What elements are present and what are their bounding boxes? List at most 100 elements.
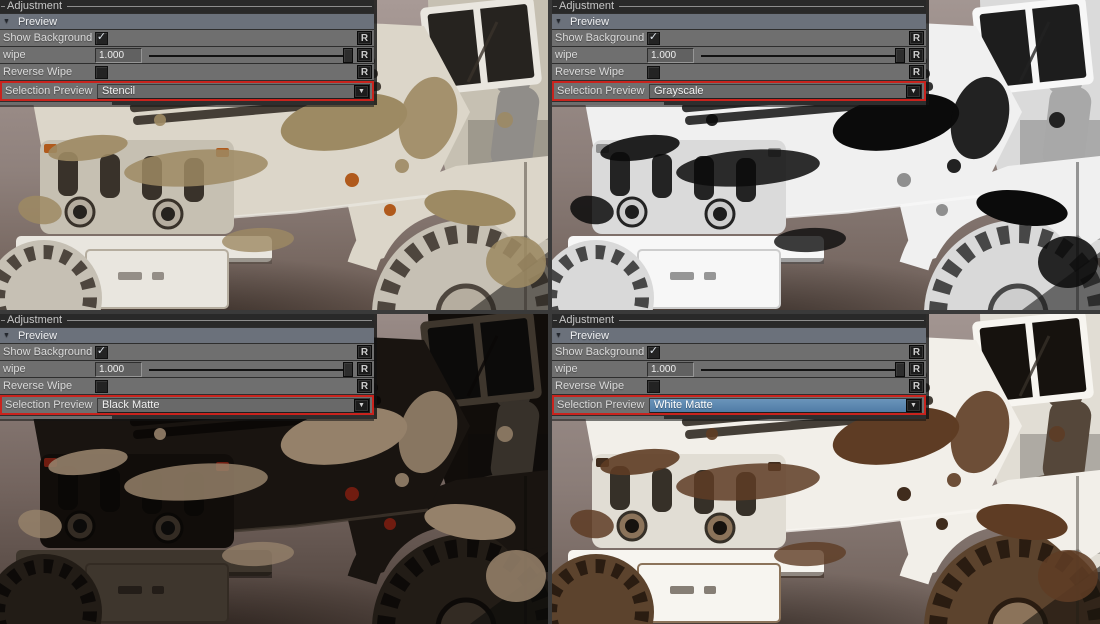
check-icon: ✓	[649, 346, 658, 357]
reverse-wipe-label: Reverse Wipe	[3, 66, 95, 78]
reset-wipe-button[interactable]: R	[357, 48, 372, 62]
selection-preview-label: Selection Preview	[557, 85, 649, 97]
header-rule-right	[619, 320, 924, 321]
selection-preview-label: Selection Preview	[557, 399, 649, 411]
wipe-slider[interactable]	[699, 48, 905, 63]
check-icon: ✓	[97, 346, 106, 357]
wipe-input[interactable]: 1.000	[95, 362, 142, 377]
row-selection-preview: Selection Preview Black Matte ▼	[2, 397, 372, 413]
row-wipe: wipe 1.000 R	[0, 361, 374, 377]
panel-title: Adjustment	[557, 314, 617, 327]
row-selection-preview: Selection Preview Stencil ▼	[2, 83, 372, 99]
row-wipe: wipe 1.000 R	[552, 361, 926, 377]
reverse-wipe-checkbox[interactable]: ✓	[647, 380, 660, 393]
row-selection-preview: Selection Preview White Matte ▼	[554, 397, 924, 413]
wipe-slider-handle[interactable]	[895, 48, 905, 63]
reset-show-background-button[interactable]: R	[909, 31, 924, 45]
reset-wipe-button[interactable]: R	[909, 362, 924, 376]
triangle-down-icon: ▼	[555, 18, 562, 25]
check-icon: ✓	[649, 32, 658, 43]
wipe-slider[interactable]	[699, 362, 905, 377]
adjustment-panel: Adjustment ▼ Preview Show Background ✓ R…	[552, 314, 926, 419]
selection-preview-dropdown[interactable]: Black Matte ▼	[97, 398, 370, 413]
section-header-preview[interactable]: ▼ Preview	[552, 328, 926, 343]
triangle-down-icon: ▼	[555, 332, 562, 339]
reset-wipe-button[interactable]: R	[357, 362, 372, 376]
reset-reverse-wipe-button[interactable]: R	[909, 65, 924, 79]
reverse-wipe-label: Reverse Wipe	[555, 66, 647, 78]
dropdown-arrow-button[interactable]: ▼	[354, 399, 369, 412]
chevron-down-icon: ▼	[358, 402, 365, 409]
row-reverse-wipe: Reverse Wipe ✓ R	[0, 64, 374, 80]
reset-reverse-wipe-button[interactable]: R	[357, 379, 372, 393]
panel-header: Adjustment	[552, 314, 926, 327]
reset-show-background-button[interactable]: R	[357, 31, 372, 45]
row-wipe: wipe 1.000 R	[0, 47, 374, 63]
section-header-preview[interactable]: ▼ Preview	[552, 14, 926, 29]
row-wipe: wipe 1.000 R	[552, 47, 926, 63]
row-show-background: Show Background ✓ R	[0, 30, 374, 46]
reverse-wipe-checkbox[interactable]: ✓	[95, 380, 108, 393]
row-reverse-wipe: Reverse Wipe ✓ R	[0, 378, 374, 394]
show-background-checkbox[interactable]: ✓	[95, 32, 108, 45]
slider-track	[701, 369, 903, 371]
panel-header: Adjustment	[0, 314, 374, 327]
show-background-checkbox[interactable]: ✓	[647, 32, 660, 45]
highlight-outline: Selection Preview Stencil ▼	[0, 81, 374, 101]
panel-title: Adjustment	[5, 314, 65, 327]
wipe-slider[interactable]	[147, 362, 353, 377]
dropdown-arrow-button[interactable]: ▼	[354, 85, 369, 98]
header-rule-right	[67, 320, 372, 321]
selection-preview-dropdown[interactable]: Stencil ▼	[97, 84, 370, 99]
highlight-outline: Selection Preview Grayscale ▼	[552, 81, 926, 101]
reset-show-background-button[interactable]: R	[909, 345, 924, 359]
panel-title: Adjustment	[557, 0, 617, 13]
panel-clipped-row	[0, 102, 112, 105]
wipe-input[interactable]: 1.000	[647, 362, 694, 377]
reset-show-background-button[interactable]: R	[357, 345, 372, 359]
adjustment-panel: Adjustment ▼ Preview Show Background ✓ R…	[0, 314, 374, 419]
show-background-checkbox[interactable]: ✓	[95, 346, 108, 359]
wipe-slider-handle[interactable]	[343, 362, 353, 377]
selection-preview-label: Selection Preview	[5, 85, 97, 97]
dropdown-value: Black Matte	[98, 399, 354, 411]
panel-header: Adjustment	[552, 0, 926, 13]
row-show-background: Show Background ✓ R	[0, 344, 374, 360]
wipe-slider[interactable]	[147, 48, 353, 63]
wipe-input[interactable]: 1.000	[647, 48, 694, 63]
chevron-down-icon: ▼	[910, 402, 917, 409]
reverse-wipe-checkbox[interactable]: ✓	[95, 66, 108, 79]
dropdown-value: Grayscale	[650, 85, 906, 97]
row-reverse-wipe: Reverse Wipe ✓ R	[552, 64, 926, 80]
quadrant-top-right: Adjustment ▼ Preview Show Background ✓ R…	[552, 0, 1100, 310]
section-header-preview[interactable]: ▼ Preview	[0, 14, 374, 29]
show-background-label: Show Background	[3, 346, 95, 358]
selection-preview-label: Selection Preview	[5, 399, 97, 411]
show-background-label: Show Background	[555, 32, 647, 44]
section-title: Preview	[18, 16, 57, 28]
section-title: Preview	[570, 16, 609, 28]
triangle-down-icon: ▼	[3, 18, 10, 25]
reset-reverse-wipe-button[interactable]: R	[357, 65, 372, 79]
show-background-checkbox[interactable]: ✓	[647, 346, 660, 359]
reset-reverse-wipe-button[interactable]: R	[909, 379, 924, 393]
wipe-slider-handle[interactable]	[343, 48, 353, 63]
chevron-down-icon: ▼	[358, 88, 365, 95]
selection-preview-dropdown[interactable]: White Matte ▼	[649, 398, 922, 413]
section-header-preview[interactable]: ▼ Preview	[0, 328, 374, 343]
row-reverse-wipe: Reverse Wipe ✓ R	[552, 378, 926, 394]
dropdown-value: White Matte	[650, 399, 906, 411]
panel-clipped-row	[552, 102, 664, 105]
reset-wipe-button[interactable]: R	[909, 48, 924, 62]
selection-preview-dropdown[interactable]: Grayscale ▼	[649, 84, 922, 99]
wipe-input[interactable]: 1.000	[95, 48, 142, 63]
panel-clipped-row	[0, 416, 112, 419]
reverse-wipe-checkbox[interactable]: ✓	[647, 66, 660, 79]
header-rule-right	[67, 6, 372, 7]
show-background-label: Show Background	[555, 346, 647, 358]
dropdown-arrow-button[interactable]: ▼	[906, 85, 921, 98]
header-rule-right	[619, 6, 924, 7]
dropdown-arrow-button[interactable]: ▼	[906, 399, 921, 412]
quadrant-bottom-left: Adjustment ▼ Preview Show Background ✓ R…	[0, 314, 548, 624]
wipe-slider-handle[interactable]	[895, 362, 905, 377]
